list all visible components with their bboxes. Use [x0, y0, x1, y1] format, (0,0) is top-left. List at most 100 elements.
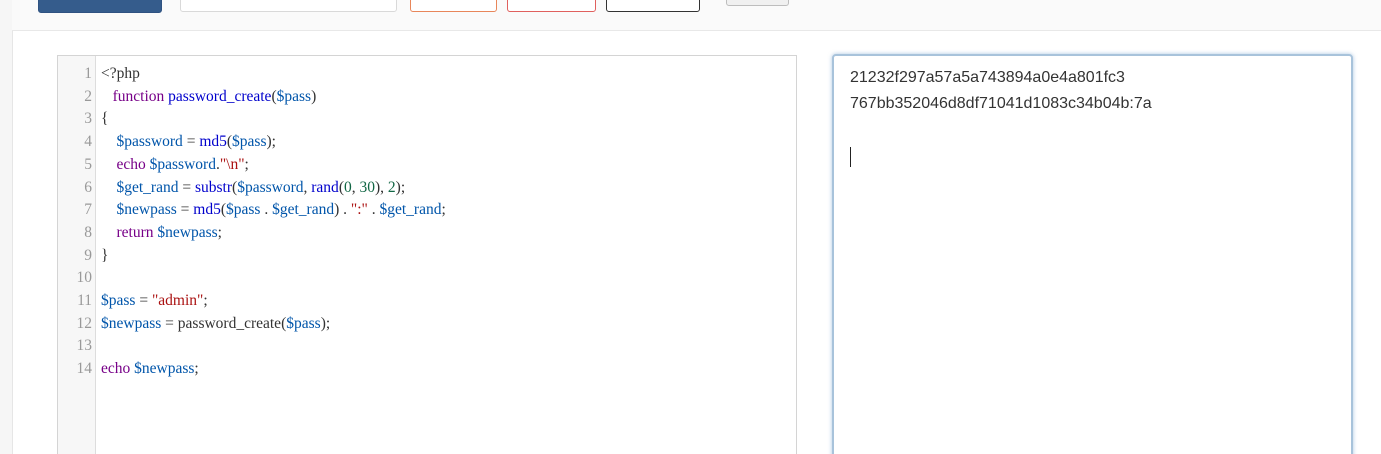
output-textarea[interactable]: 21232f297a57a5a743894a0e4a801fc3 767bb35… — [832, 54, 1353, 454]
code-token: md5 — [199, 133, 227, 151]
code-token: $newpass — [101, 314, 162, 332]
orange-outline-button[interactable] — [410, 0, 497, 12]
code-token: 0 — [343, 178, 352, 196]
code-text: $newpass = password_create($pass); — [101, 312, 330, 335]
code-text: echo $password."\n"; — [101, 153, 249, 176]
code-line: 5 echo $password."\n"; — [58, 153, 796, 176]
code-token: . — [260, 201, 273, 219]
code-token: $password — [237, 178, 304, 196]
code-text: return $newpass; — [101, 221, 222, 244]
code-token: ":" — [350, 201, 368, 219]
code-token: . — [367, 201, 380, 219]
dark-outline-button[interactable] — [606, 0, 700, 12]
code-token: $pass — [232, 133, 267, 151]
code-text: function password_create($pass) — [101, 85, 317, 108]
code-text: $newpass = md5($pass . $get_rand) . ":" … — [101, 198, 446, 221]
code-token: ; — [441, 201, 446, 219]
code-token: ) . — [334, 201, 351, 219]
gray-button[interactable] — [726, 0, 789, 6]
code-editor[interactable]: 1 <?php 2 function password_create($pass) 3… — [57, 55, 797, 454]
code-text: $pass = "admin"; — [101, 289, 208, 312]
code-line: 12 $newpass = password_create($pass); — [58, 312, 796, 335]
code-line: 11 $pass = "admin"; — [58, 289, 796, 312]
red-outline-button[interactable] — [507, 0, 596, 12]
line-number: 5 — [84, 155, 92, 173]
line-number: 10 — [76, 269, 93, 287]
code-line: 6 $get_rand = substr($password, rand(0, … — [58, 176, 796, 199]
line-number: 12 — [76, 314, 93, 332]
line-number: 1 — [84, 65, 92, 82]
code-token: } — [101, 246, 109, 264]
code-token: $get_rand — [116, 178, 179, 196]
line-number: 14 — [76, 360, 93, 378]
code-text: { — [101, 107, 108, 130]
code-token: = — [176, 201, 194, 219]
code-line: 3{ — [58, 107, 796, 130]
code-token: $get_rand — [379, 201, 442, 219]
line-number: 7 — [84, 201, 92, 219]
code-token: $newpass — [157, 223, 218, 241]
code-line: 10 — [58, 266, 796, 289]
line-number: 6 — [84, 178, 92, 196]
code-token: ; — [194, 360, 199, 378]
code-token: return — [116, 223, 154, 241]
code-line: 9} — [58, 244, 796, 267]
code-token: $password — [116, 133, 183, 151]
code-token: = — [161, 314, 178, 332]
code-token: $newpass — [116, 201, 177, 219]
code-token: ); — [320, 314, 331, 332]
code-token: echo — [101, 360, 131, 378]
code-token: = — [135, 292, 152, 309]
line-number: 4 — [84, 133, 92, 151]
code-token: "\n" — [219, 155, 245, 173]
code-token: = — [178, 178, 195, 196]
left-edge-panel — [0, 0, 13, 454]
line-number: 13 — [76, 337, 93, 355]
code-token: ; — [203, 292, 208, 309]
line-number: 3 — [84, 110, 92, 128]
code-line: 7 $newpass = md5($pass . $get_rand) . ":… — [58, 198, 796, 221]
code-token: "admin" — [151, 292, 204, 309]
code-token: substr — [194, 178, 233, 196]
text-caret — [850, 147, 851, 167]
toolbar — [12, 0, 1381, 31]
code-token: $pass — [226, 201, 261, 219]
code-token: password_create — [168, 87, 272, 105]
code-text: echo $newpass; — [101, 357, 199, 380]
code-token: md5 — [193, 201, 221, 219]
code-token: $pass — [101, 292, 136, 309]
run-button[interactable] — [38, 0, 162, 13]
code-token: ); — [266, 133, 276, 151]
code-token: ; — [217, 223, 222, 241]
code-token: ; — [244, 155, 249, 173]
code-token: $newpass — [134, 360, 195, 378]
code-token: ), — [374, 178, 388, 196]
code-token: = — [182, 133, 200, 151]
code-token: function — [112, 87, 165, 105]
code-line: 1 <?php — [58, 62, 796, 85]
code-line: 13 — [58, 334, 796, 357]
code-text: <?php — [101, 62, 140, 85]
line-number: 9 — [84, 246, 92, 264]
code-text: $password = md5($pass); — [101, 130, 276, 153]
code-token: echo — [116, 155, 146, 173]
code-line: 8 return $newpass; — [58, 221, 796, 244]
code-token: $pass — [276, 87, 312, 105]
code-token: rand — [311, 178, 339, 196]
php-runner-page: 1 <?php 2 function password_create($pass) 3… — [0, 0, 1381, 454]
output-line-2: 767bb352046d8df71041d1083c34b04b:7a — [850, 95, 1152, 112]
toolbar-input[interactable] — [180, 0, 397, 12]
code-token: $get_rand — [272, 201, 335, 219]
code-token: password_create — [177, 314, 282, 332]
code-line: 14 echo $newpass; — [58, 357, 796, 380]
output-line-1: 21232f297a57a5a743894a0e4a801fc3 — [850, 69, 1125, 86]
code-token: <?php — [101, 65, 140, 82]
code-token: $password — [149, 155, 216, 173]
code-token: ); — [395, 178, 406, 196]
